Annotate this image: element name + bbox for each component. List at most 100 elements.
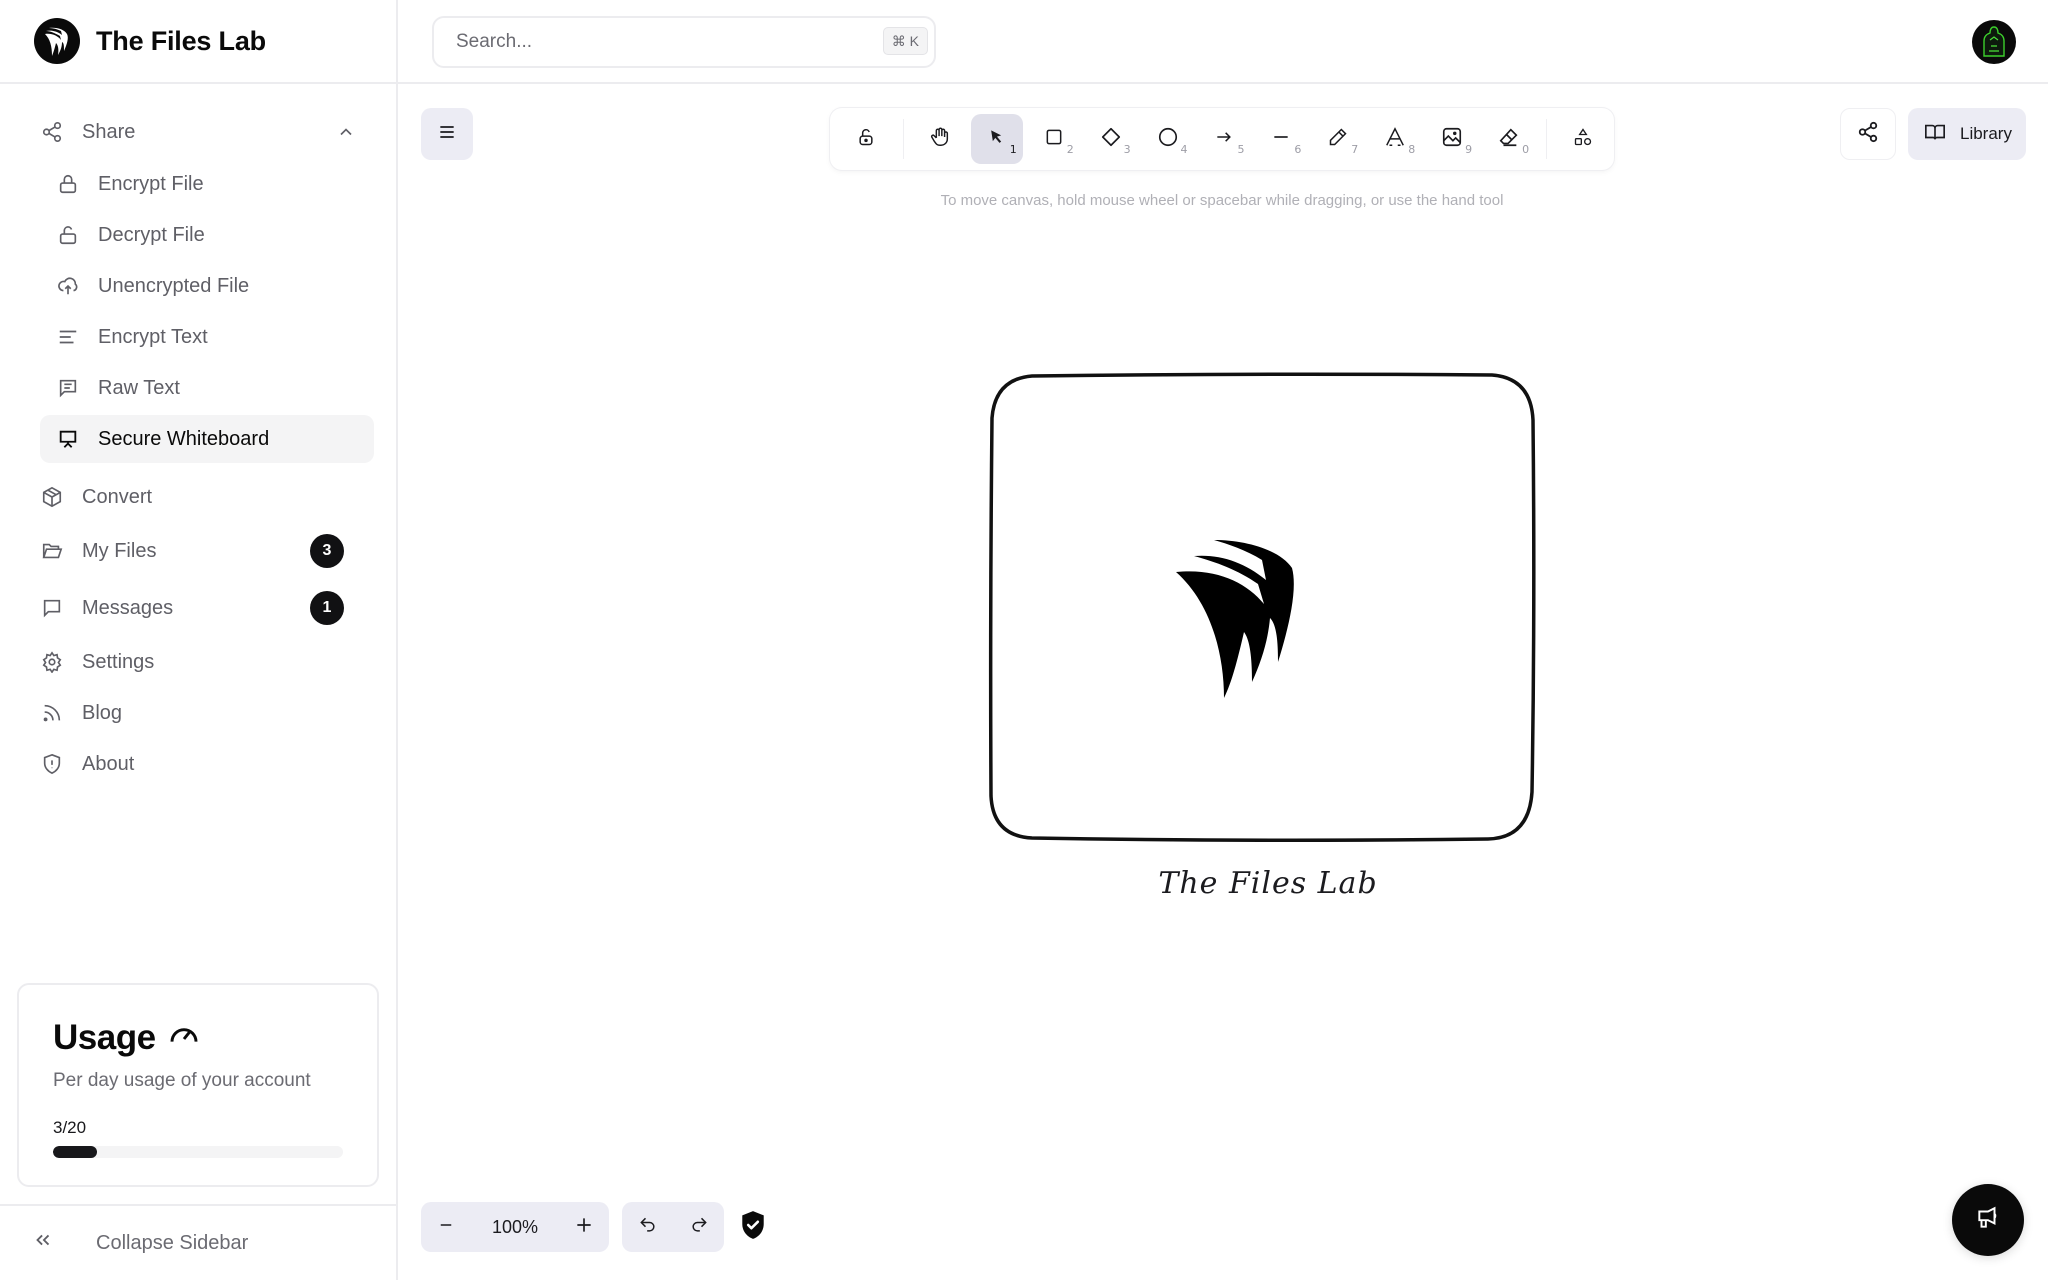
- tool-hand[interactable]: [914, 114, 966, 164]
- sidebar-item-label: Messages: [82, 596, 174, 619]
- tool-shortcut-key: 8: [1408, 143, 1416, 156]
- canvas-hint: To move canvas, hold mouse wheel or spac…: [940, 192, 1504, 209]
- minus-icon: [437, 1216, 455, 1239]
- sidebar-item-label: Blog: [82, 701, 123, 724]
- sidebar-item-unencrypted-file[interactable]: Unencrypted File: [40, 262, 374, 310]
- book-open-icon: [1924, 121, 1946, 148]
- user-avatar[interactable]: [1972, 20, 2016, 64]
- sidebar-item-encrypt-text[interactable]: Encrypt Text: [40, 313, 374, 361]
- sidebar-item-encrypt-file[interactable]: Encrypt File: [40, 160, 374, 208]
- share-button[interactable]: [1840, 108, 1896, 160]
- whiteboard-canvas[interactable]: 1 2 3 4 5 6 7 8 9 0 To move canvas, hold…: [398, 86, 2048, 1280]
- tool-rectangle[interactable]: 2: [1028, 114, 1080, 164]
- folder-open-icon: [40, 539, 64, 563]
- tool-shortcut-key: 3: [1123, 143, 1131, 156]
- sidebar-item-label: Encrypt Text: [98, 325, 208, 348]
- redo-button[interactable]: [673, 1202, 724, 1252]
- pointer-icon: [987, 127, 1007, 152]
- library-label: Library: [1960, 124, 2012, 143]
- tool-shortcut-key: 0: [1522, 143, 1530, 156]
- tool-shortcut-key: 6: [1294, 143, 1302, 156]
- sidebar-item-label: About: [82, 752, 135, 775]
- topbar: ⌘ K: [398, 0, 2048, 84]
- library-button[interactable]: Library: [1908, 108, 2026, 160]
- tool-eraser[interactable]: 0: [1483, 114, 1535, 164]
- sidebar-item-label: Decrypt File: [98, 223, 205, 246]
- sidebar-item-blog[interactable]: Blog: [40, 689, 374, 737]
- usage-count: 3/20: [53, 1118, 87, 1137]
- eraser-icon: [1498, 126, 1520, 153]
- presentation-icon: [56, 427, 80, 451]
- gauge-icon: [168, 1019, 200, 1060]
- text-icon: [1384, 126, 1406, 153]
- usage-description: Per day usage of your account: [53, 1070, 311, 1091]
- rss-icon: [40, 701, 64, 725]
- sidebar-item-decrypt-file[interactable]: Decrypt File: [40, 211, 374, 259]
- tool-line[interactable]: 6: [1255, 114, 1307, 164]
- sidebar-item-share[interactable]: Share: [40, 108, 374, 156]
- sidebar-item-label: Share: [82, 120, 136, 143]
- sidebar-item-label: Encrypt File: [98, 172, 204, 195]
- zoom-out-button[interactable]: [421, 1202, 471, 1252]
- package-icon: [40, 485, 64, 509]
- message-square-text-icon: [56, 376, 80, 400]
- lock-icon: [56, 172, 80, 196]
- brand[interactable]: The Files Lab: [0, 0, 396, 84]
- sidebar-item-raw-text[interactable]: Raw Text: [40, 364, 374, 412]
- main-menu-button[interactable]: [421, 108, 473, 160]
- usage-title: Usage: [53, 1017, 156, 1057]
- sidebar-item-settings[interactable]: Settings: [40, 638, 374, 686]
- gear-icon: [40, 650, 64, 674]
- diamond-icon: [1100, 126, 1122, 153]
- line-icon: [1271, 127, 1291, 152]
- usage-progress-bar: [53, 1146, 343, 1158]
- messages-count-badge: 1: [310, 591, 344, 625]
- sidebar-item-my-files[interactable]: My Files 3: [40, 527, 374, 575]
- sidebar-item-messages[interactable]: Messages 1: [40, 584, 374, 632]
- canvas-rectangle-shape[interactable]: [988, 372, 1536, 842]
- tool-selection[interactable]: 1: [970, 114, 1023, 164]
- tool-diamond[interactable]: 3: [1085, 114, 1137, 164]
- tool-more-shapes[interactable]: [1557, 114, 1609, 164]
- zoom-level-reset[interactable]: 100%: [471, 1217, 559, 1238]
- message-square-icon: [40, 596, 64, 620]
- arrow-right-icon: [1214, 127, 1234, 152]
- search-box[interactable]: ⌘ K: [432, 16, 936, 68]
- brand-name: The Files Lab: [96, 25, 266, 56]
- undo-button[interactable]: [622, 1202, 673, 1252]
- tool-image[interactable]: 9: [1426, 114, 1478, 164]
- announcements-button[interactable]: [1952, 1184, 2024, 1256]
- redo-icon: [689, 1215, 709, 1240]
- sidebar-item-convert[interactable]: Convert: [40, 473, 374, 521]
- undo-icon: [638, 1215, 658, 1240]
- zoom-controls: 100%: [421, 1202, 609, 1252]
- usage-progress-fill: [53, 1146, 97, 1158]
- toolbar-divider: [902, 119, 904, 159]
- sidebar-item-label: Convert: [82, 485, 153, 508]
- chevron-up-icon[interactable]: [336, 122, 356, 148]
- my-files-count-badge: 3: [310, 534, 344, 568]
- tool-shortcut-key: 1: [1009, 143, 1017, 156]
- zoom-in-button[interactable]: [559, 1202, 609, 1252]
- plus-icon: [574, 1215, 594, 1240]
- canvas-text-caption[interactable]: The Files Lab: [1098, 866, 1438, 901]
- tool-draw[interactable]: 7: [1312, 114, 1364, 164]
- tool-ellipse[interactable]: 4: [1142, 114, 1194, 164]
- unlock-icon: [856, 127, 876, 152]
- search-input[interactable]: [456, 31, 856, 53]
- tool-shortcut-key: 2: [1066, 143, 1074, 156]
- sidebar-item-about[interactable]: About: [40, 740, 374, 788]
- sidebar-item-secure-whiteboard[interactable]: Secure Whiteboard: [40, 415, 374, 463]
- tool-arrow[interactable]: 5: [1199, 114, 1251, 164]
- tool-lock[interactable]: [840, 114, 892, 164]
- encryption-status-shield-check-icon[interactable]: [740, 1210, 766, 1245]
- tool-text[interactable]: 8: [1369, 114, 1421, 164]
- history-controls: [622, 1202, 724, 1252]
- sidebar-item-label: Unencrypted File: [98, 274, 250, 297]
- collapse-sidebar-button[interactable]: Collapse Sidebar: [0, 1204, 396, 1280]
- text-lines-icon: [56, 325, 80, 349]
- square-icon: [1044, 127, 1064, 152]
- logo-mark-icon: [1176, 540, 1294, 698]
- chevrons-left-icon: [32, 1229, 54, 1257]
- usage-title-row: Usage: [53, 1015, 343, 1060]
